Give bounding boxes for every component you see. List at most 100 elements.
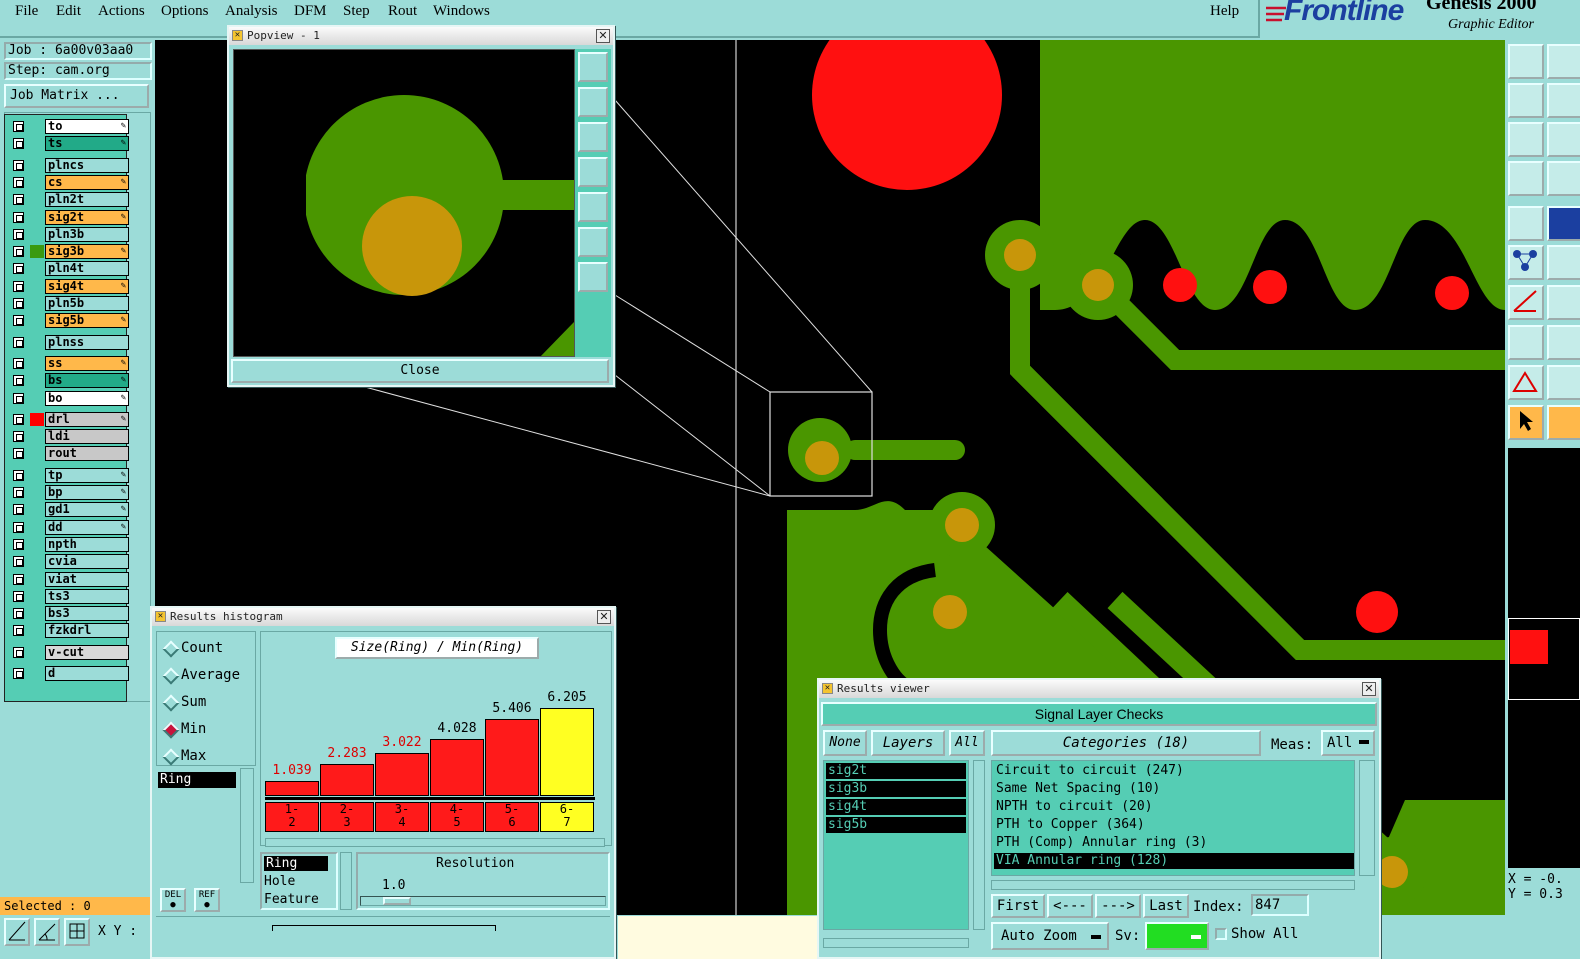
all-button[interactable]: All: [949, 730, 985, 756]
layer-row[interactable]: npth: [9, 536, 129, 552]
auto-zoom-dropdown[interactable]: Auto Zoom: [991, 922, 1109, 950]
layer-checkbox[interactable]: [13, 608, 24, 620]
histogram-bar[interactable]: [375, 753, 429, 796]
stat-option-average[interactable]: Average: [157, 667, 253, 685]
cross-icon[interactable]: [1547, 245, 1580, 280]
layer-row[interactable]: sig3b ✎: [9, 244, 129, 260]
job-matrix-button[interactable]: Job Matrix ...: [4, 84, 149, 108]
result-layer-item[interactable]: sig4t: [826, 799, 966, 815]
menu-step[interactable]: Step: [343, 3, 370, 20]
layer-name[interactable]: to ✎: [45, 119, 129, 134]
histogram-bar[interactable]: [265, 781, 319, 796]
layer-checkbox[interactable]: [13, 590, 24, 602]
layer-row[interactable]: sig2t ✎: [9, 209, 129, 225]
layer-row[interactable]: dd ✎: [9, 519, 129, 535]
layer-name[interactable]: ss ✎: [45, 355, 129, 371]
layer-checkbox[interactable]: [13, 315, 24, 327]
layer-checkbox[interactable]: [13, 521, 24, 533]
layer-checkbox[interactable]: [13, 263, 24, 275]
layer-name[interactable]: bp ✎: [45, 485, 129, 500]
layer-list-scrollbar[interactable]: [973, 760, 985, 930]
layer-checkbox[interactable]: [13, 336, 24, 348]
select-point-icon[interactable]: [1508, 206, 1544, 241]
layer-name[interactable]: tp ✎: [45, 467, 129, 483]
layer-row[interactable]: pln2t: [9, 192, 129, 208]
layer-row[interactable]: cs ✎: [9, 174, 129, 190]
zoom-area-icon[interactable]: [1547, 83, 1580, 118]
meas-dropdown[interactable]: All: [1321, 730, 1375, 756]
histogram-bar[interactable]: [430, 738, 484, 796]
layer-name[interactable]: sig3b ✎: [45, 244, 129, 260]
last-button[interactable]: Last: [1143, 894, 1189, 918]
pad-icon[interactable]: [1508, 325, 1544, 360]
results-viewer-titlebar[interactable]: ✕ Results viewer ✕: [819, 680, 1379, 698]
popview-zoom-in-icon[interactable]: [578, 87, 608, 117]
layer-checkbox[interactable]: [13, 413, 24, 425]
overview-map[interactable]: [1508, 448, 1580, 868]
layer-name[interactable]: v-cut: [45, 644, 129, 660]
layer-name[interactable]: d: [45, 666, 129, 681]
result-layer-item[interactable]: sig2t: [826, 763, 966, 779]
first-button[interactable]: First: [991, 894, 1045, 918]
layer-row[interactable]: plnss: [9, 334, 129, 350]
layer-name[interactable]: gd1 ✎: [45, 502, 129, 518]
bar-range-label[interactable]: 5- 6: [485, 802, 539, 832]
menu-options[interactable]: Options: [161, 3, 209, 20]
category-item[interactable]: NPTH to circuit (20): [994, 799, 1354, 815]
measure-list-scrollbar[interactable]: [340, 852, 352, 910]
layer-checkbox[interactable]: [13, 487, 24, 498]
menu-rout[interactable]: Rout: [388, 3, 417, 20]
layer-checkbox[interactable]: [13, 646, 24, 658]
category-list-scrollbar[interactable]: [1359, 760, 1375, 876]
result-layer-item[interactable]: sig5b: [826, 817, 966, 833]
layer-row[interactable]: to ✎: [9, 119, 129, 134]
stat-option-max[interactable]: Max: [157, 748, 253, 766]
polygon-icon[interactable]: [1547, 365, 1580, 400]
layer-name[interactable]: plnss: [45, 334, 129, 350]
layer-row[interactable]: plncs: [9, 157, 129, 173]
layer-row[interactable]: rout: [9, 446, 129, 462]
histogram-titlebar[interactable]: ✕ Results histogram ✕: [152, 608, 614, 626]
menu-file[interactable]: File: [15, 3, 38, 20]
layer-name[interactable]: ldi: [45, 429, 129, 445]
pan-icon[interactable]: [1547, 122, 1580, 157]
radio-icon[interactable]: [162, 694, 180, 712]
layer-name[interactable]: sig2t ✎: [45, 209, 129, 225]
layer-row[interactable]: sig5b ✎: [9, 313, 129, 329]
result-layer-item[interactable]: sig3b: [826, 781, 966, 797]
window-menu-icon[interactable]: ✕: [232, 30, 243, 41]
ref-button[interactable]: REF ●: [194, 888, 220, 912]
pointer-alt-icon[interactable]: [1547, 405, 1580, 440]
menu-dfm[interactable]: DFM: [294, 3, 327, 20]
layer-row[interactable]: ts ✎: [9, 136, 129, 152]
grid-icon[interactable]: [1547, 161, 1580, 196]
next-button[interactable]: --->: [1095, 894, 1141, 918]
layer-row[interactable]: pln5b: [9, 296, 129, 311]
layer-row[interactable]: fzkdrl: [9, 623, 129, 639]
layer-name[interactable]: sig4t ✎: [45, 278, 129, 294]
popview-titlebar[interactable]: ✕ Popview - 1 ✕: [229, 27, 613, 45]
close-icon[interactable]: ✕: [596, 29, 610, 43]
triangle-icon[interactable]: [1508, 365, 1544, 400]
category-item[interactable]: PTH to Copper (364): [994, 817, 1354, 833]
layer-checkbox[interactable]: [13, 431, 24, 443]
popview-expand-icon[interactable]: [578, 262, 608, 292]
layer-row[interactable]: cvia: [9, 554, 129, 570]
histogram-bar[interactable]: [540, 708, 594, 796]
stat-option-min[interactable]: Min: [157, 721, 253, 739]
layer-name[interactable]: bo ✎: [45, 390, 129, 406]
layer-name[interactable]: ts3: [45, 588, 129, 604]
layer-name[interactable]: viat: [45, 571, 129, 587]
radio-icon[interactable]: [162, 748, 180, 766]
stat-option-sum[interactable]: Sum: [157, 694, 253, 712]
category-item[interactable]: Circuit to circuit (247): [994, 763, 1354, 779]
zoom-in-icon[interactable]: [1508, 83, 1544, 118]
layer-row[interactable]: v-cut: [9, 644, 129, 660]
window-menu-icon[interactable]: ✕: [155, 611, 166, 622]
layer-checkbox[interactable]: [13, 573, 24, 585]
popview-close-button[interactable]: Close: [231, 359, 609, 383]
layer-name[interactable]: cs ✎: [45, 174, 129, 190]
zoom-fit-icon[interactable]: [1508, 44, 1544, 79]
layers-button[interactable]: Layers: [871, 730, 945, 756]
categories-button[interactable]: Categories (18): [991, 730, 1261, 756]
